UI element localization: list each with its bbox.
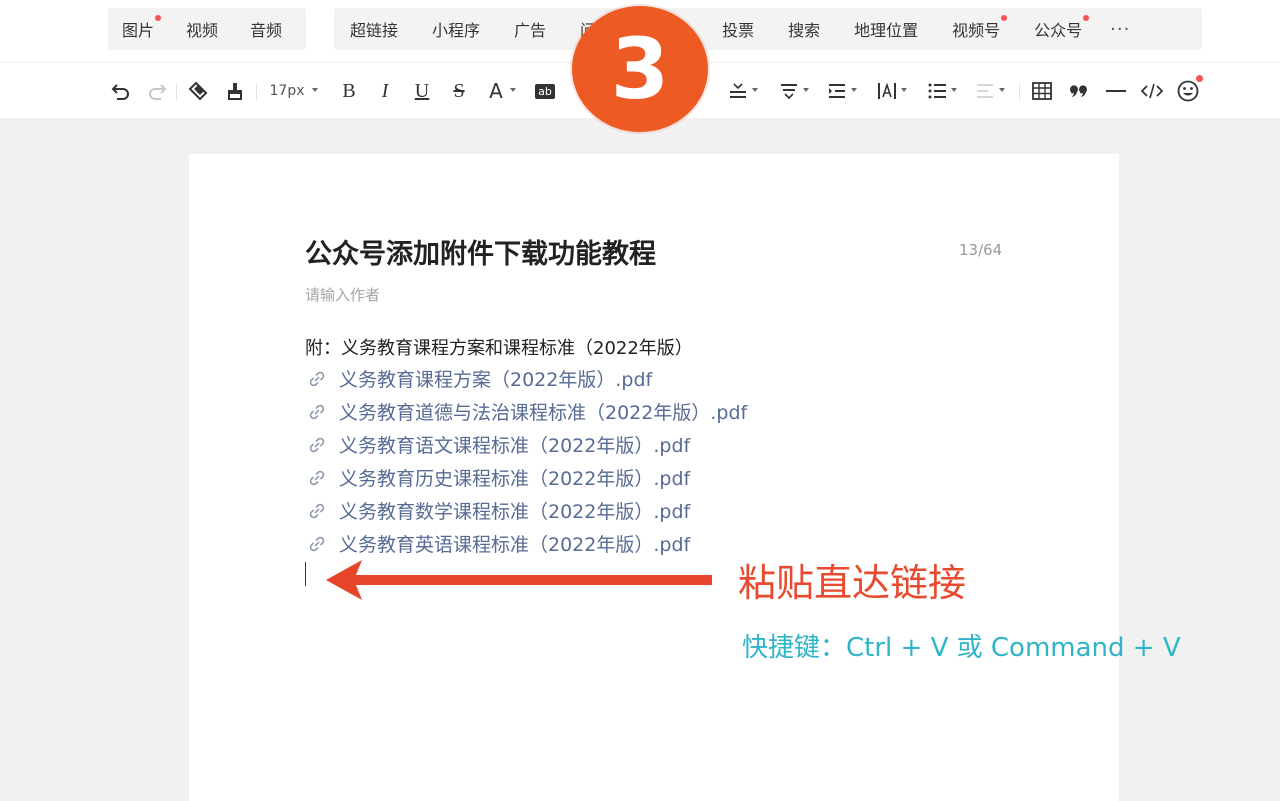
chevron-down-icon (851, 88, 857, 92)
insert-channels-button[interactable]: 视频号 (952, 15, 1008, 41)
attachment-link[interactable]: 义务教育语文课程标准（2022年版）.pdf (305, 428, 747, 461)
attachment-link[interactable]: 义务教育英语课程标准（2022年版）.pdf (305, 527, 747, 560)
list-icon[interactable] (927, 79, 957, 103)
author-input[interactable]: 请输入作者 (305, 284, 380, 305)
divider-line-icon[interactable] (1105, 79, 1127, 103)
attachment-link-text: 义务教育英语课程标准（2022年版）.pdf (339, 534, 691, 556)
article-title[interactable]: 公众号添加附件下载功能教程 (305, 232, 656, 271)
chevron-down-icon (803, 88, 809, 92)
insert-hyperlink-button[interactable]: 超链接 (350, 17, 398, 41)
insert-vote-label: 投票 (722, 21, 755, 40)
insert-video-button[interactable]: 视频 (186, 17, 218, 41)
annotation-shortcut: 快捷键：Ctrl + V 或 Command + V (742, 633, 1181, 663)
attachment-link-text: 义务教育道德与法治课程标准（2022年版）.pdf (339, 402, 748, 424)
text-cursor (305, 562, 306, 586)
link-icon (309, 536, 325, 551)
strikethrough-button[interactable]: S (450, 79, 468, 103)
link-icon (309, 437, 325, 452)
notify-dot (1083, 15, 1090, 21)
attachment-link[interactable]: 义务教育数学课程标准（2022年版）.pdf (305, 494, 747, 527)
chevron-down-icon (312, 88, 318, 92)
pointer-arrow-icon (326, 560, 712, 600)
indent-icon[interactable] (827, 79, 857, 103)
attachment-link[interactable]: 义务教育课程方案（2022年版）.pdf (305, 362, 747, 395)
toolbar-divider (176, 83, 177, 101)
font-size-select[interactable]: 17px (269, 79, 318, 103)
insert-ad-button[interactable]: 广告 (514, 17, 546, 41)
line-height-icon[interactable] (728, 79, 758, 103)
chevron-down-icon (752, 88, 758, 92)
highlight-icon: ab (535, 83, 555, 99)
insert-search-button[interactable]: 搜索 (788, 17, 820, 41)
quote-icon[interactable] (1068, 79, 1090, 103)
table-icon[interactable] (1031, 79, 1053, 103)
font-color-icon: A (489, 79, 503, 103)
title-char-count: 13/64 (959, 241, 1003, 259)
insert-account-label: 公众号 (1034, 21, 1083, 40)
chevron-down-icon (510, 88, 516, 92)
letter-spacing-icon[interactable] (877, 79, 907, 103)
attachment-link-text: 义务教育数学课程标准（2022年版）.pdf (339, 501, 691, 523)
underline-button[interactable]: U (413, 79, 431, 103)
insert-hyperlink-label: 超链接 (350, 21, 399, 40)
notify-dot (1196, 75, 1203, 82)
chevron-down-icon (999, 88, 1005, 92)
insert-location-label: 地理位置 (854, 21, 919, 40)
insert-location-button[interactable]: 地理位置 (854, 17, 918, 41)
link-icon (309, 470, 325, 485)
notify-dot (155, 15, 162, 21)
step-number-badge: 3 (572, 6, 708, 132)
bold-button[interactable]: B (340, 79, 358, 103)
insert-audio-label: 音频 (250, 21, 283, 40)
attachment-link-text: 义务教育语文课程标准（2022年版）.pdf (339, 435, 691, 457)
insert-account-button[interactable]: 公众号 (1034, 15, 1090, 41)
editor-canvas[interactable]: 公众号添加附件下载功能教程 13/64 请输入作者 附：义务教育课程方案和课程标… (189, 154, 1119, 801)
chevron-down-icon (901, 88, 907, 92)
content-insert-group: 超链接 小程序 广告 问 模板 投票 搜索 地理位置 视频号 公众号 (334, 8, 1202, 50)
insert-channels-label: 视频号 (952, 21, 1001, 40)
link-icon (309, 371, 325, 386)
font-size-value: 17px (269, 83, 305, 99)
undo-icon[interactable] (110, 79, 132, 103)
insert-image-label: 图片 (122, 21, 155, 40)
redo-icon[interactable] (146, 79, 168, 103)
highlight-button[interactable]: ab (534, 79, 556, 103)
insert-image-button[interactable]: 图片 (122, 15, 162, 41)
align-icon[interactable] (975, 79, 1005, 103)
link-icon (309, 503, 325, 518)
attachment-link-text: 义务教育课程方案（2022年版）.pdf (339, 369, 653, 391)
insert-search-label: 搜索 (788, 21, 821, 40)
insert-audio-button[interactable]: 音频 (250, 17, 282, 41)
italic-button[interactable]: I (376, 79, 394, 103)
format-painter-icon[interactable] (224, 79, 246, 103)
chevron-down-icon (951, 88, 957, 92)
media-insert-group: 图片 视频 音频 (108, 8, 306, 50)
insert-ad-label: 广告 (514, 21, 547, 40)
notify-dot (1001, 15, 1008, 21)
insert-miniprogram-button[interactable]: 小程序 (432, 17, 480, 41)
insert-vote-button[interactable]: 投票 (722, 17, 754, 41)
link-icon (309, 404, 325, 419)
toolbar-divider (1019, 83, 1020, 101)
insert-video-label: 视频 (186, 21, 219, 40)
more-insert-button[interactable]: ··· (1110, 19, 1130, 40)
toolbar-divider (256, 83, 257, 101)
attachment-link-text: 义务教育历史课程标准（2022年版）.pdf (339, 468, 691, 490)
attachment-link[interactable]: 义务教育道德与法治课程标准（2022年版）.pdf (305, 395, 747, 428)
appendix-heading: 附：义务教育课程方案和课程标准（2022年版） (305, 338, 693, 359)
attachment-link-list: 义务教育课程方案（2022年版）.pdf 义务教育道德与法治课程标准（2022年… (305, 362, 747, 560)
emoji-icon[interactable] (1176, 75, 1203, 103)
paragraph-spacing-icon[interactable] (779, 79, 809, 103)
insert-miniprogram-label: 小程序 (432, 21, 481, 40)
annotation-title: 粘贴直达链接 (738, 561, 967, 605)
font-color-button[interactable]: A (486, 79, 516, 103)
code-icon[interactable] (1140, 79, 1164, 103)
eraser-icon[interactable] (187, 79, 209, 103)
attachment-link[interactable]: 义务教育历史课程标准（2022年版）.pdf (305, 461, 747, 494)
